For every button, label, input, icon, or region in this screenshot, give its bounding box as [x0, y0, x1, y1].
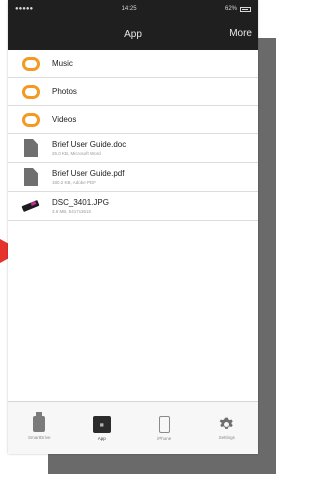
file-meta: 26.0 KB, Microsoft Word — [52, 151, 101, 156]
folder-row-videos[interactable]: Videos — [8, 106, 258, 134]
file-meta: 3.6 MB, 5417x3616 — [52, 209, 92, 214]
drive-icon — [33, 412, 46, 432]
folder-icon — [22, 56, 40, 71]
file-text: Brief User Guide.pdf 180.2 KB, Adobe PDF — [52, 169, 124, 185]
tab-label: SmartDrive — [27, 435, 51, 440]
file-meta: 180.2 KB, Adobe PDF — [52, 180, 97, 185]
file-list: Music Photos Videos Brief User Guide.doc… — [8, 50, 258, 221]
status-bar: ●●●●● 14:25 62% — [8, 0, 258, 18]
phone-screen: ●●●●● 14:25 62% App More Music Photos Vi… — [8, 0, 258, 454]
tab-label: App — [97, 435, 106, 441]
navigation-bar: App More — [8, 18, 258, 50]
folder-row-music[interactable]: Music — [8, 50, 258, 78]
document-icon — [24, 168, 38, 186]
tab-app[interactable]: ▦ App — [77, 415, 127, 441]
file-text: Brief User Guide.doc 26.0 KB, Microsoft … — [52, 140, 126, 156]
carrier-signal: ●●●●● — [15, 6, 34, 12]
file-name: DSC_3401.JPG — [52, 198, 109, 207]
status-time: 14:25 — [121, 6, 137, 12]
battery-icon — [240, 6, 251, 12]
battery-percent: 62% — [224, 6, 237, 12]
file-row-pdf[interactable]: Brief User Guide.pdf 180.2 KB, Adobe PDF — [8, 163, 258, 192]
status-right: 62% — [225, 6, 251, 12]
folder-icon — [22, 112, 40, 127]
page-title: App — [124, 28, 142, 40]
folder-label: Photos — [52, 87, 77, 96]
gear-icon — [219, 417, 233, 429]
document-icon — [24, 139, 38, 157]
more-button[interactable]: More — [229, 28, 252, 39]
file-name: Brief User Guide.doc — [52, 140, 127, 149]
folder-label: Music — [52, 59, 73, 68]
tab-iphone[interactable]: iPhone — [139, 415, 189, 441]
tab-label: iPhone — [157, 435, 172, 441]
file-name: Brief User Guide.pdf — [52, 169, 125, 178]
image-thumbnail-icon — [22, 201, 40, 211]
app-icon: ▦ — [92, 415, 111, 433]
tab-smartdrive[interactable]: SmartDrive — [14, 412, 64, 440]
tab-settings[interactable]: Settings — [202, 417, 252, 440]
tab-bar: SmartDrive ▦ App iPhone Settings — [8, 401, 258, 454]
folder-icon — [22, 84, 40, 99]
folder-label: Videos — [52, 115, 77, 124]
file-row-doc[interactable]: Brief User Guide.doc 26.0 KB, Microsoft … — [8, 134, 258, 163]
file-text: DSC_3401.JPG 3.6 MB, 5417x3616 — [52, 198, 109, 214]
phone-icon — [158, 415, 170, 433]
file-row-jpg[interactable]: DSC_3401.JPG 3.6 MB, 5417x3616 — [8, 192, 258, 221]
folder-row-photos[interactable]: Photos — [8, 78, 258, 106]
tab-label: Settings — [218, 434, 235, 440]
